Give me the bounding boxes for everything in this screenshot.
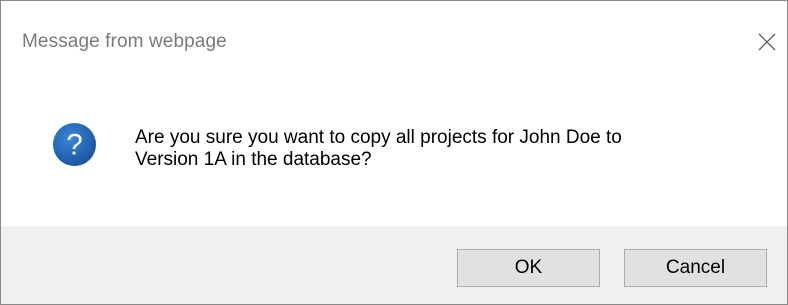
question-icon: ? — [52, 122, 97, 167]
dialog-footer: OK Cancel — [1, 226, 787, 304]
ok-button[interactable]: OK — [457, 249, 600, 287]
message-dialog: Message from webpage ? Are you sure you … — [0, 0, 788, 305]
svg-text:?: ? — [66, 128, 82, 161]
dialog-content: ? Are you sure you want to copy all proj… — [1, 85, 787, 226]
dialog-titlebar: Message from webpage — [1, 1, 787, 85]
close-button[interactable] — [753, 28, 781, 56]
cancel-button[interactable]: Cancel — [624, 249, 767, 287]
close-icon — [758, 33, 776, 51]
message-line-1: Are you sure you want to copy all projec… — [135, 127, 622, 148]
message-line-2: Version 1A in the database? — [135, 149, 372, 170]
dialog-title: Message from webpage — [22, 31, 227, 52]
dialog-message: Are you sure you want to copy all projec… — [135, 127, 765, 171]
